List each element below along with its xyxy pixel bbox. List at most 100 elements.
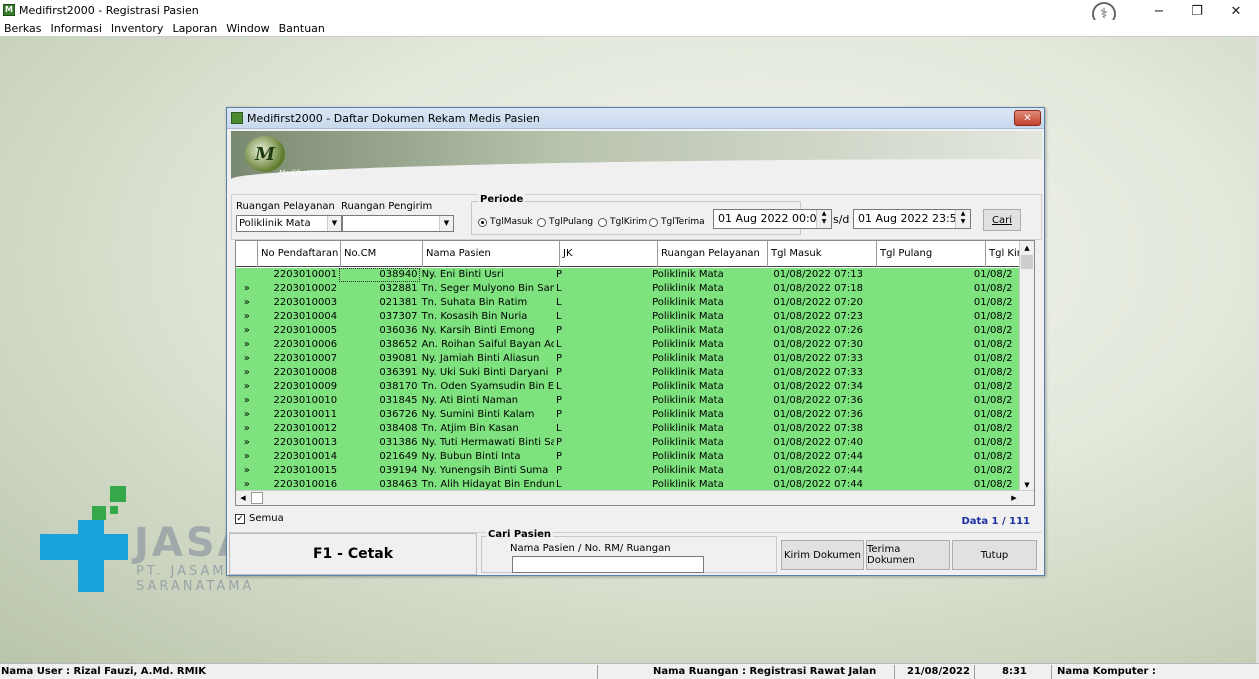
chevron-down-icon[interactable]: ▼ — [327, 216, 341, 231]
cell-ruangan: Poliklinik Mata — [652, 423, 724, 434]
column-header[interactable]: No Pendaftaran — [258, 241, 341, 267]
dialog-close-button[interactable]: ✕ — [1014, 110, 1041, 126]
table-row[interactable]: » 2203010011 036726 Ny. Sumini Binti Kalam P… — [236, 408, 1021, 422]
radio-dot[interactable] — [478, 217, 487, 227]
minimize-button[interactable]: − — [1141, 0, 1177, 22]
column-header[interactable]: JK — [560, 241, 658, 267]
table-row[interactable]: » 2203010015 039194 Ny. Yunengsih Binti Sum… — [236, 464, 1021, 478]
spinner-icon[interactable]: ▲ ▼ — [816, 210, 831, 228]
cell-tgl-kirim: 01/08/2 — [973, 395, 1013, 406]
dialog-banner: M Medifirst2000 — [231, 131, 1042, 193]
row-indicator: » — [243, 437, 250, 448]
chevron-down-icon[interactable]: ▼ — [439, 216, 453, 231]
cell-no-pendaftaran: 2203010004 — [273, 311, 338, 322]
column-header[interactable]: Nama Pasien — [423, 241, 560, 267]
table-row[interactable]: » 2203010003 021381 Tn. Suhata Bin Ratim L Po… — [236, 296, 1021, 310]
cell-nama-pasien: Ny. Sumini Binti Kalam — [421, 409, 535, 420]
ruangan-pelayanan-select[interactable]: Poliklinik Mata ▼ — [236, 215, 342, 232]
maximize-button[interactable]: ❐ — [1179, 0, 1215, 22]
radio-dot[interactable] — [537, 217, 546, 227]
table-row[interactable]: » 2203010012 038408 Tn. Atjim Bin Kasan L Pol… — [236, 422, 1021, 436]
scroll-right-icon[interactable]: ▶ — [1007, 491, 1021, 505]
date-from-value: 01 Aug 2022 00:00 — [718, 212, 824, 225]
tutup-button[interactable]: Tutup — [952, 540, 1037, 570]
radio-tglpulang[interactable]: TglPulang — [537, 217, 593, 227]
table-row[interactable]: » 2203010013 031386 Ny. Tuti Hermawati Bint… — [236, 436, 1021, 450]
column-header[interactable]: No.CM — [341, 241, 423, 267]
menu-informasi[interactable]: Informasi — [47, 22, 106, 35]
radio-tglmasuk[interactable]: TglMasuk — [478, 217, 533, 227]
cell-nama-pasien: Ny. Jamiah Binti Aliasun — [421, 353, 540, 364]
cell-tgl-masuk: 01/08/2022 07:44 — [773, 451, 863, 462]
scroll-up-icon[interactable]: ▲ — [1020, 241, 1034, 255]
table-row[interactable]: » 2203010009 038170 Tn. Oden Syamsudin Bin … — [236, 380, 1021, 394]
status-date: 21/08/2022 — [907, 666, 970, 677]
cell-tgl-kirim: 01/08/2 — [973, 451, 1013, 462]
scroll-thumb[interactable] — [251, 492, 263, 504]
dokumen-grid[interactable]: No Pendaftaran No.CM Nama Pasien JK Ruan… — [235, 240, 1035, 506]
grid-vertical-scrollbar[interactable]: ▲ ▼ — [1019, 241, 1034, 492]
column-header[interactable]: Ruangan Pelayanan — [658, 241, 768, 267]
row-indicator: » — [243, 381, 250, 392]
spinner-icon[interactable]: ▲ ▼ — [955, 210, 970, 228]
cell-jk: L — [555, 339, 562, 350]
terima-dokumen-button[interactable]: Terima Dokumen — [866, 540, 950, 570]
cell-tgl-kirim: 01/08/2 — [973, 437, 1013, 448]
menu-inventory[interactable]: Inventory — [107, 22, 168, 35]
row-indicator — [236, 268, 258, 282]
cell-tgl-kirim: 01/08/2 — [973, 409, 1013, 420]
date-to-picker[interactable]: 01 Aug 2022 23:59 ▲ ▼ — [853, 209, 971, 229]
banner-logo-text: Medifirst2000 — [279, 169, 328, 177]
semua-checkbox[interactable]: ✓ Semua — [235, 513, 284, 524]
column-header[interactable]: Tgl Pulang — [877, 241, 986, 267]
radio-tglterima[interactable]: TglTerima — [649, 217, 705, 227]
ruangan-pelayanan-label: Ruangan Pelayanan — [236, 201, 335, 212]
table-row[interactable]: » 2203010007 039081 Ny. Jamiah Binti Aliasu… — [236, 352, 1021, 366]
data-count: Data 1 / 111 — [961, 516, 1030, 527]
menu-laporan[interactable]: Laporan — [168, 22, 221, 35]
cell-nama-pasien: Tn. Atjim Bin Kasan — [421, 423, 519, 434]
table-row[interactable]: » 2203010008 036391 Ny. Uki Suki Binti Dary… — [236, 366, 1021, 380]
periode-label: Periode — [478, 194, 526, 205]
table-row[interactable]: » 2203010002 032881 Tn. Seger Mulyono Bin S… — [236, 282, 1021, 296]
row-indicator: » — [243, 353, 250, 364]
close-button[interactable]: ✕ — [1218, 0, 1254, 22]
cell-jk: P — [555, 451, 562, 462]
menu-bantuan[interactable]: Bantuan — [275, 22, 329, 35]
cell-jk: P — [555, 325, 562, 336]
scroll-left-icon[interactable]: ◀ — [236, 491, 250, 505]
cell-jk: P — [555, 353, 562, 364]
radio-dot[interactable] — [598, 217, 607, 227]
date-from-picker[interactable]: 01 Aug 2022 00:00 ▲ ▼ — [713, 209, 832, 229]
radio-tglkirim[interactable]: TglKirim — [598, 217, 647, 227]
cell-no-cm: 021649 — [379, 451, 418, 462]
cell-no-pendaftaran: 2203010012 — [273, 423, 338, 434]
cell-no-cm: 031845 — [379, 395, 418, 406]
table-row[interactable]: » 2203010004 037307 Tn. Kosasih Bin Nuria L P… — [236, 310, 1021, 324]
checkmark-icon[interactable]: ✓ — [235, 513, 245, 524]
grid-horizontal-scrollbar[interactable]: ◀ ▶ — [236, 490, 1034, 505]
status-divider — [894, 665, 895, 679]
table-row[interactable]: » 2203010014 021649 Ny. Bubun Binti Inta P Po… — [236, 450, 1021, 464]
menu-window[interactable]: Window — [222, 22, 273, 35]
radio-dot[interactable] — [649, 217, 658, 227]
cell-ruangan: Poliklinik Mata — [652, 325, 724, 336]
cari-pasien-input[interactable] — [512, 556, 704, 573]
table-row[interactable]: » 2203010005 036036 Ny. Karsih Binti Emong P… — [236, 324, 1021, 338]
scroll-thumb[interactable] — [1021, 255, 1033, 269]
radio-label: TglPulang — [549, 217, 594, 227]
grid-body[interactable]: 2203010001 038940 Ny. Eni Binti Usri P Polik… — [236, 268, 1021, 492]
cari-button[interactable]: Cari — [983, 209, 1021, 231]
table-row[interactable]: 2203010001 038940 Ny. Eni Binti Usri P Polik… — [236, 268, 1021, 282]
table-row[interactable]: » 2203010010 031845 Ny. Ati Binti Naman P Pol… — [236, 394, 1021, 408]
ruangan-pengirim-select[interactable]: ▼ — [342, 215, 454, 232]
menu-berkas[interactable]: Berkas — [0, 22, 46, 35]
cell-tgl-masuk: 01/08/2022 07:33 — [773, 353, 863, 364]
cell-nama-pasien: Tn. Suhata Bin Ratim — [421, 297, 528, 308]
cell-ruangan: Poliklinik Mata — [652, 367, 724, 378]
column-header[interactable]: Tgl Masuk — [768, 241, 877, 267]
table-row[interactable]: » 2203010006 038652 An. Roihan Saiful Bayan… — [236, 338, 1021, 352]
cetak-label[interactable]: F1 - Cetak — [229, 533, 477, 575]
menu-bar: Berkas Informasi Inventory Laporan Windo… — [0, 20, 1259, 37]
kirim-dokumen-button[interactable]: Kirim Dokumen — [781, 540, 864, 570]
